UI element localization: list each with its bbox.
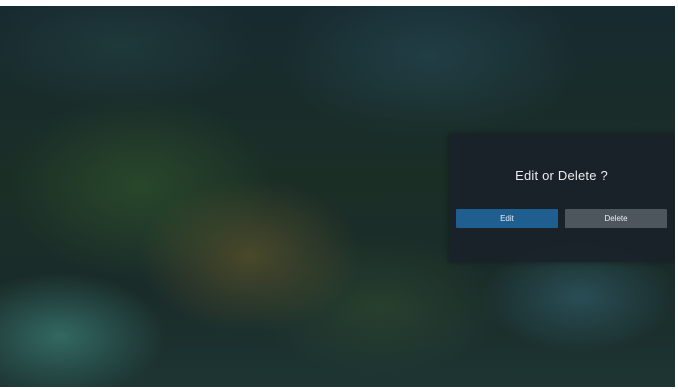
delete-button[interactable]: Delete <box>565 209 667 228</box>
tv-screen: Edit or Delete ? Edit Delete <box>0 6 675 387</box>
edit-or-delete-dialog: Edit or Delete ? Edit Delete <box>449 134 674 262</box>
edit-button[interactable]: Edit <box>456 209 558 228</box>
dialog-title: Edit or Delete ? <box>515 168 608 183</box>
